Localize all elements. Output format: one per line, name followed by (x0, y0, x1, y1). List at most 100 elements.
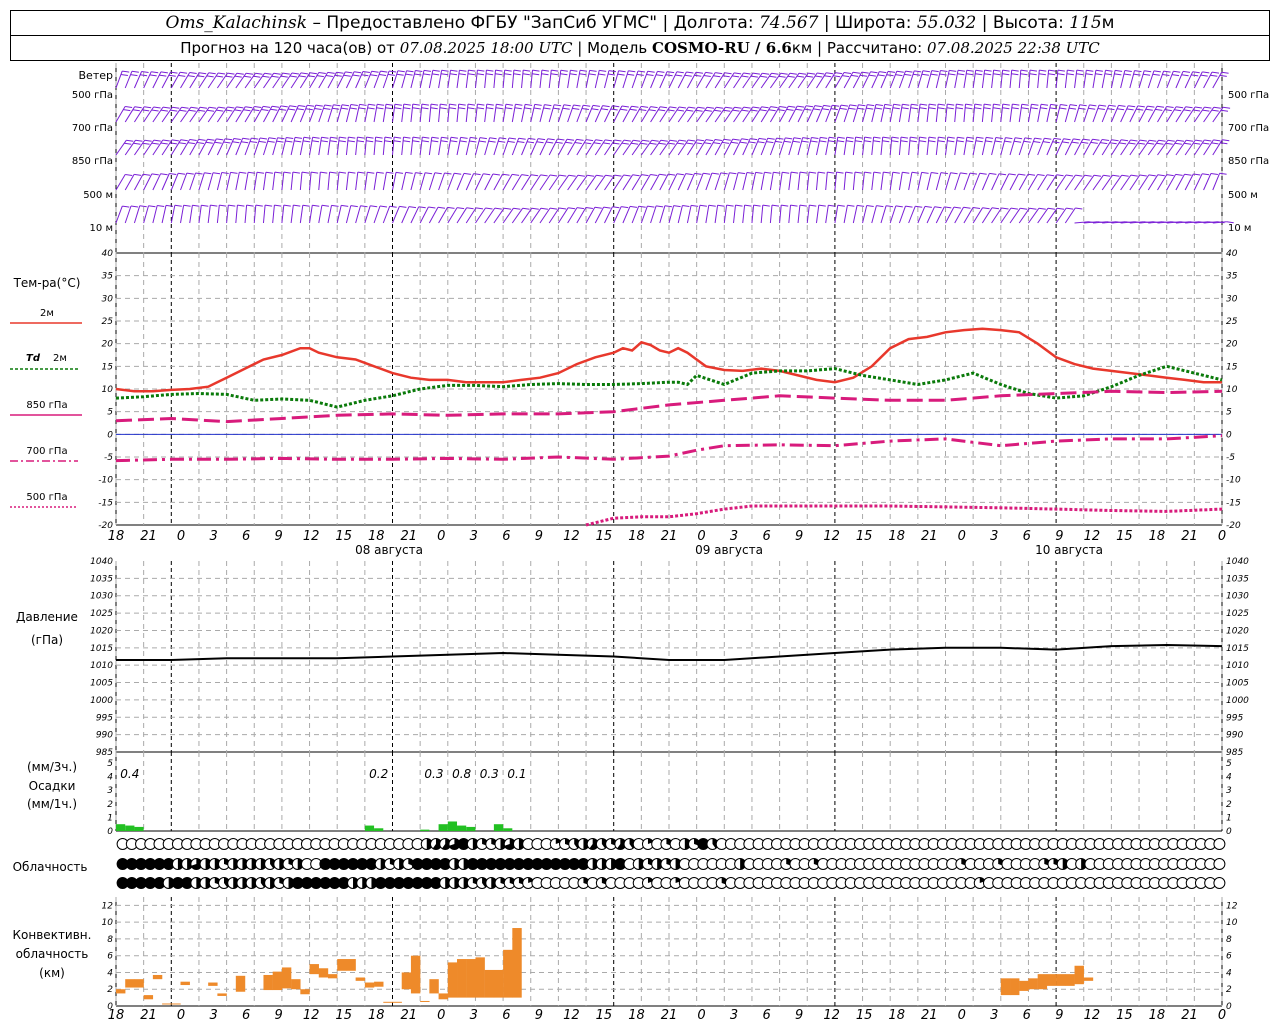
wind-barb-shaft (521, 70, 524, 89)
wind-barb-feather (412, 140, 420, 143)
wind-barb-shaft (355, 104, 360, 123)
wind-barb-shaft (576, 139, 587, 156)
wind-barb-shaft (253, 106, 264, 123)
wind-barb-feather (528, 137, 536, 140)
precip-total-label: 0.3 (424, 767, 443, 781)
precip-bar (116, 824, 126, 831)
wind-barb-feather (1038, 73, 1046, 76)
x-tick-label-bottom: 9 (535, 1008, 543, 1023)
wind-barb-feather (162, 139, 170, 142)
wind-barb-shaft (474, 173, 484, 191)
wind-barb-shaft (401, 104, 405, 123)
wind-barb-feather (870, 71, 878, 74)
wind-barb-feather (875, 104, 883, 106)
wind-barb-feather (900, 136, 909, 139)
wind-barb-shaft (309, 104, 317, 123)
temp-ytick-left: -10 (98, 476, 113, 486)
wind-barb-feather (955, 107, 964, 110)
wind-barb-shaft (401, 70, 407, 89)
wind-barb-feather (627, 73, 635, 76)
x-tick-label-top: 6 (762, 529, 770, 544)
wind-barb-shaft (889, 104, 894, 123)
wind-barb-feather (514, 107, 522, 110)
wind-barb-feather (1099, 104, 1107, 107)
wind-barb-feather (1194, 106, 1203, 109)
pressure-ytick-right: 995 (1226, 713, 1243, 723)
wind-barb-feather (620, 108, 628, 111)
wind-barb-shaft (1110, 70, 1116, 89)
wind-barb-feather (752, 72, 760, 75)
wind-barb-feather (762, 204, 770, 207)
wind-barb-shaft (235, 205, 238, 224)
wind-barb-feather (594, 206, 602, 209)
wind-barb-feather (1093, 174, 1102, 177)
wind-barb-feather (1052, 141, 1060, 144)
wind-barb-feather (1014, 140, 1022, 143)
wind-barb-feather (732, 75, 740, 78)
wind-barb-shaft (797, 205, 801, 224)
x-tick-label-top: 3 (209, 529, 217, 544)
wind-barb-feather (1057, 69, 1065, 72)
conv-bar (438, 993, 448, 1000)
wind-barb-shaft (945, 206, 955, 224)
pressure-ytick-right: 1020 (1226, 626, 1249, 636)
temp-ytick-left: -20 (98, 521, 113, 531)
wind-barb-shaft (825, 172, 828, 191)
conv-bar (1010, 978, 1020, 996)
wind-barb-feather (160, 142, 168, 145)
wind-barb-feather (495, 107, 503, 110)
wind-barb-feather (273, 72, 281, 75)
wind-barb-shaft (926, 104, 930, 123)
wind-barb-shaft (880, 205, 887, 224)
wind-barb-shaft (954, 104, 957, 123)
wind-barb-feather (1008, 173, 1016, 176)
wind-barb-feather (483, 173, 491, 176)
wind-barb-feather (1130, 139, 1138, 142)
wind-barb-feather (1089, 104, 1097, 107)
wind-barb-feather (178, 172, 186, 175)
wind-barb-feather (1020, 69, 1028, 72)
x-tick-label-top: 21 (1181, 529, 1198, 544)
wind-barb-feather (833, 75, 841, 78)
conv-bar (235, 975, 246, 992)
wind-barb-feather (314, 108, 322, 110)
wind-barb-feather (305, 108, 313, 111)
wind-barb-feather (902, 171, 910, 174)
precip-bar (438, 824, 448, 831)
wind-barb-feather (513, 207, 521, 210)
conv-ytick-left: 8 (107, 935, 113, 945)
wind-barb-feather (1042, 141, 1050, 144)
wind-barb-shaft (244, 172, 249, 191)
temp-ytick-right: 0 (1226, 430, 1232, 440)
wind-barb-shaft (733, 205, 736, 224)
wind-barb-shaft (567, 139, 578, 156)
wind-barb-feather (1020, 73, 1028, 76)
wind-barb-shaft (889, 71, 898, 89)
temp-ytick-right: 10 (1226, 385, 1238, 395)
wind-barb-feather (134, 173, 142, 176)
wind-barb-shaft (963, 104, 966, 123)
wind-barb-feather (1065, 174, 1074, 177)
wind-barb-shaft (1064, 174, 1076, 191)
wind-barb-shaft (659, 106, 671, 123)
wind-barb-feather (913, 73, 921, 76)
wind-barb-shaft (972, 207, 984, 224)
wind-barb-shaft (705, 205, 710, 224)
wind-barb-feather (985, 140, 993, 143)
wind-barb-shaft (769, 137, 777, 156)
wind-barb-feather (151, 71, 159, 74)
wind-barb-shaft (124, 139, 136, 156)
wind-barb-feather (394, 103, 402, 106)
wind-barb-feather (1057, 73, 1065, 76)
wind-barb-feather (350, 104, 358, 106)
wind-barb-feather (159, 74, 167, 77)
wind-barb-shaft (207, 172, 214, 191)
wind-barb-feather (1149, 139, 1157, 142)
wind-barb-feather (810, 140, 818, 143)
wind-barb-shaft (945, 172, 952, 191)
wind-barb-feather (139, 205, 147, 208)
wind-barb-shaft (1018, 137, 1026, 156)
conv-bar (355, 977, 366, 981)
wind-barb-feather (984, 73, 992, 76)
wind-barb-feather (779, 106, 787, 108)
